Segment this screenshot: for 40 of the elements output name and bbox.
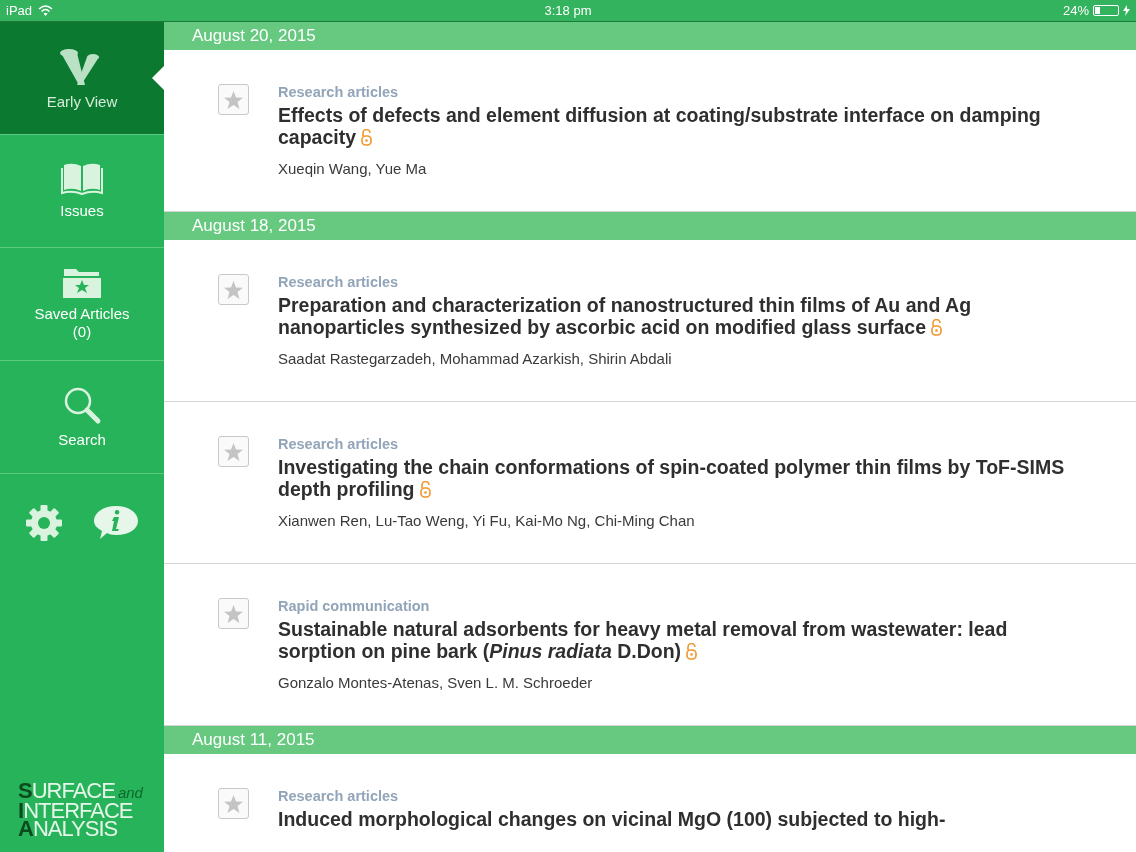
article-category: Rapid communication [278,598,431,614]
wifi-icon [38,5,54,16]
article-authors: Xueqin Wang, Yue Ma [278,160,428,177]
device-name: iPad [6,3,33,18]
date-header: August 18, 2015 [164,212,1136,240]
article-title[interactable]: Investigating the chain conformations of spin-coated polymer thin films by ToF-SIMS depth profiling [278,456,1068,500]
article-title[interactable]: Preparation and characterization of nanostructured thin films of Au and Ag nanoparticles synthesized by ascorbic acid on modified glass surface [278,294,1068,338]
search-icon [62,385,102,425]
date-header: August 20, 2015 [164,22,1136,50]
star-icon [224,794,243,813]
battery-icon [1093,5,1119,16]
info-bubble-icon[interactable] [93,504,139,542]
article-category: Research articles [278,788,400,804]
article-category: Research articles [278,436,400,452]
article-category: Research articles [278,84,400,100]
article-title[interactable]: Induced morphological changes on vicinal MgO (100) subjected to high- [278,808,946,830]
article-category: Research articles [278,274,400,290]
article-authors: Gonzalo Montes-Atenas, Sven L. M. Schroeder [278,674,594,691]
article-title[interactable]: Effects of defects and element diffusion at coating/substrate interface on damping capacity [278,104,1068,148]
favorite-star-button[interactable] [218,274,249,305]
article-authors: Saadat Rastegarzadeh, Mohammad Azarkish, Shirin Abdali [278,350,673,367]
star-icon [224,90,243,109]
favorite-star-button[interactable] [218,436,249,467]
date-header: August 11, 2015 [164,726,1136,754]
sidebar-item[interactable]: Early View [0,22,164,135]
settings-icon[interactable] [25,504,63,542]
folder-star-icon [62,267,102,299]
favorite-star-button[interactable] [218,598,249,629]
star-icon [224,604,243,623]
favorite-star-button[interactable] [218,84,249,115]
charging-bolt-icon [1123,5,1130,16]
article-authors: Xianwen Ren, Lu-Tao Weng, Yi Fu, Kai-Mo Ng, Chi-Ming Chan [278,512,696,529]
star-icon [224,280,243,299]
battery-percent: 24% [1062,3,1089,18]
favorite-star-button[interactable] [218,788,249,819]
star-icon [224,442,243,461]
clock-time: 3:18 pm [544,3,592,18]
selection-pointer [152,66,164,90]
article-title[interactable]: Sustainable natural adsorbents for heavy metal removal from wastewater: lead sorption on pine bark (Pinus radiata D.Don) [278,618,1068,662]
book-icon [61,162,103,196]
